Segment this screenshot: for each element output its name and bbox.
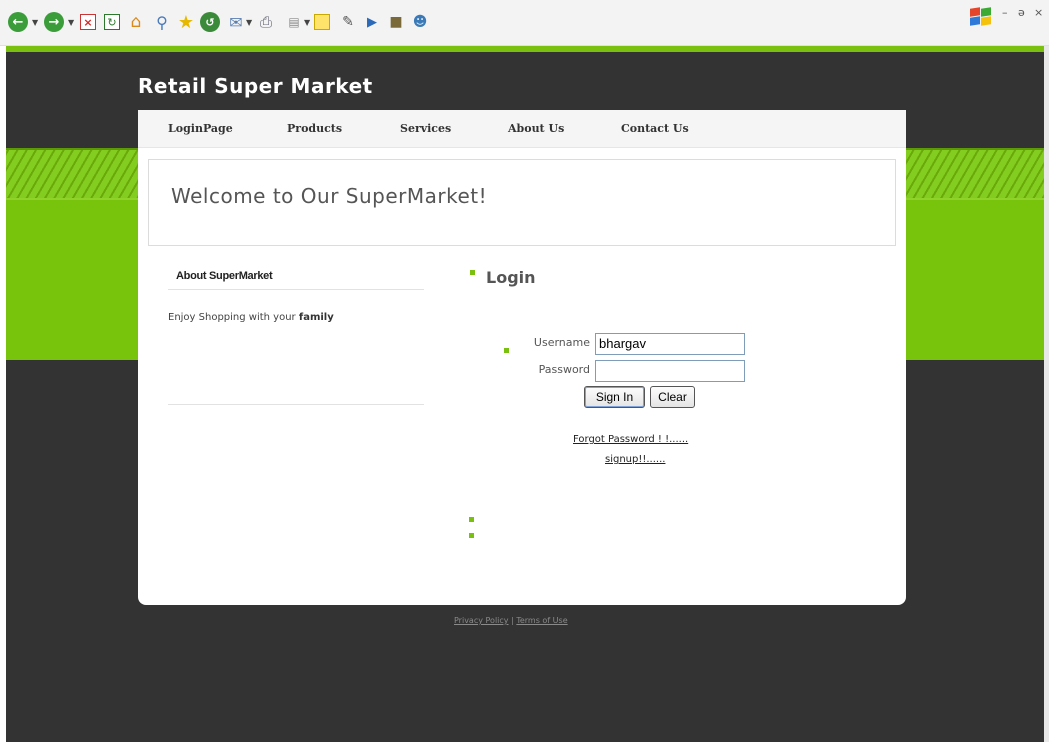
- username-label: Username: [533, 336, 590, 349]
- sidebar-divider-bottom: [168, 404, 424, 405]
- contacts-icon[interactable]: ☻: [410, 12, 430, 32]
- login-title: Login: [486, 268, 536, 287]
- nav-item-contact-us[interactable]: Contact Us: [621, 122, 689, 135]
- privacy-policy-link[interactable]: Privacy Policy: [454, 616, 509, 625]
- sidebar-text-bold: family: [298, 312, 334, 323]
- forward-icon[interactable]: →: [44, 12, 64, 32]
- back-icon[interactable]: ←: [8, 12, 28, 32]
- sidebar-divider: [168, 289, 424, 290]
- note-icon[interactable]: [314, 14, 330, 30]
- sign-in-button[interactable]: Sign In: [584, 386, 645, 408]
- edit-icon[interactable]: ▤: [284, 12, 304, 32]
- nav-item-services[interactable]: Services: [400, 122, 451, 135]
- footer-separator: |: [511, 616, 514, 625]
- nav-item-loginpage[interactable]: LoginPage: [168, 122, 233, 135]
- minimize-icon[interactable]: –: [1002, 6, 1008, 19]
- nav-item-products[interactable]: Products: [287, 122, 342, 135]
- form-bullet-icon: [504, 348, 509, 353]
- password-input[interactable]: [595, 360, 745, 382]
- password-label: Password: [538, 363, 590, 376]
- welcome-box: Welcome to Our SuperMarket!: [148, 159, 896, 246]
- favorites-icon[interactable]: ★: [176, 12, 196, 33]
- edit-dropdown-icon[interactable]: ▼: [304, 18, 310, 27]
- login-bullet-icon: [470, 270, 475, 275]
- site-title: Retail Super Market: [138, 74, 373, 98]
- search-icon[interactable]: ⚲: [152, 12, 172, 32]
- nav-item-about-us[interactable]: About Us: [508, 122, 564, 135]
- signup-link[interactable]: signup!!......: [605, 454, 665, 465]
- list-bullet-icon: [469, 533, 474, 538]
- mail-icon[interactable]: ✉: [226, 12, 246, 32]
- home-icon[interactable]: ⌂: [126, 12, 146, 32]
- close-icon[interactable]: ×: [1034, 6, 1043, 19]
- scrollbar-track[interactable]: [1044, 46, 1049, 742]
- top-accent-bar: [6, 46, 1044, 52]
- windows-logo-icon: [970, 7, 992, 26]
- sidebar-text-prefix: Enjoy Shopping with your: [168, 312, 299, 323]
- sidebar-text: Enjoy Shopping with your family: [168, 312, 334, 323]
- back-dropdown-icon[interactable]: ▼: [32, 18, 38, 27]
- forgot-password-link[interactable]: Forgot Password ! !......: [573, 434, 688, 445]
- messenger-icon[interactable]: ✎: [338, 12, 358, 32]
- welcome-heading: Welcome to Our SuperMarket!: [171, 184, 488, 208]
- username-input[interactable]: bhargav: [595, 333, 745, 355]
- sidebar-title: About SuperMarket: [176, 270, 273, 282]
- forward-dropdown-icon[interactable]: ▼: [68, 18, 74, 27]
- web-page: Retail Super Market LoginPage Products S…: [6, 46, 1044, 742]
- research-icon[interactable]: ▶: [362, 12, 382, 32]
- history-icon[interactable]: ↺: [200, 12, 220, 32]
- main-nav: LoginPage Products Services About Us Con…: [138, 110, 906, 148]
- terms-of-use-link[interactable]: Terms of Use: [516, 616, 567, 625]
- print-icon[interactable]: ⎙: [256, 12, 276, 32]
- clear-button[interactable]: Clear: [650, 386, 695, 408]
- list-bullet-icon: [469, 517, 474, 522]
- footer: Privacy Policy | Terms of Use: [454, 616, 568, 625]
- content-card: LoginPage Products Services About Us Con…: [138, 110, 906, 605]
- refresh-icon[interactable]: ↻: [104, 14, 120, 30]
- stop-icon[interactable]: ×: [80, 14, 96, 30]
- browser-toolbar: ← ▼ → ▼ × ↻ ⌂ ⚲ ★ ↺ ✉ ▼ ⎙ ▤ ▼ ✎ ▶ ■ ☻ – …: [0, 0, 1049, 46]
- media-icon[interactable]: ■: [386, 12, 406, 32]
- restore-icon[interactable]: ǝ: [1018, 6, 1025, 19]
- mail-dropdown-icon[interactable]: ▼: [246, 18, 252, 27]
